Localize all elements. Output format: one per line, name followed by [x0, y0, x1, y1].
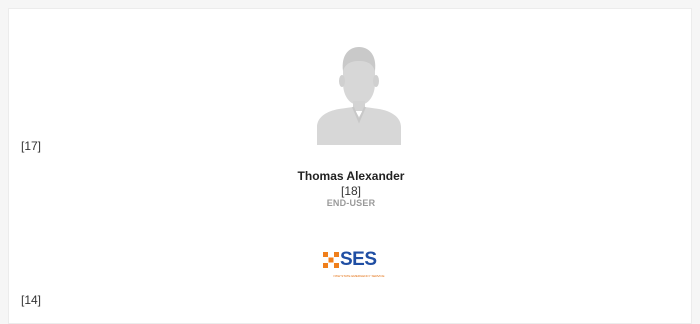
user-role: END-USER	[326, 198, 376, 208]
ses-logo-subtext: NSW STATE EMERGENCY SERVICE	[333, 274, 385, 278]
reference-18: [18]	[340, 184, 361, 198]
ses-logo: SES NSW STATE EMERGENCY SERVICE	[323, 249, 395, 283]
reference-17: [17]	[21, 139, 42, 153]
reference-14: [14]	[21, 293, 42, 307]
user-name: Thomas Alexander	[297, 169, 405, 183]
ses-logo-text: SES	[340, 249, 377, 270]
ses-logo-mark-icon	[323, 252, 339, 268]
user-avatar-placeholder-icon	[309, 41, 409, 145]
page: [17] Thomas Alexander [18] END-USER SES …	[0, 0, 700, 324]
profile-card: [17] Thomas Alexander [18] END-USER SES …	[8, 8, 692, 324]
